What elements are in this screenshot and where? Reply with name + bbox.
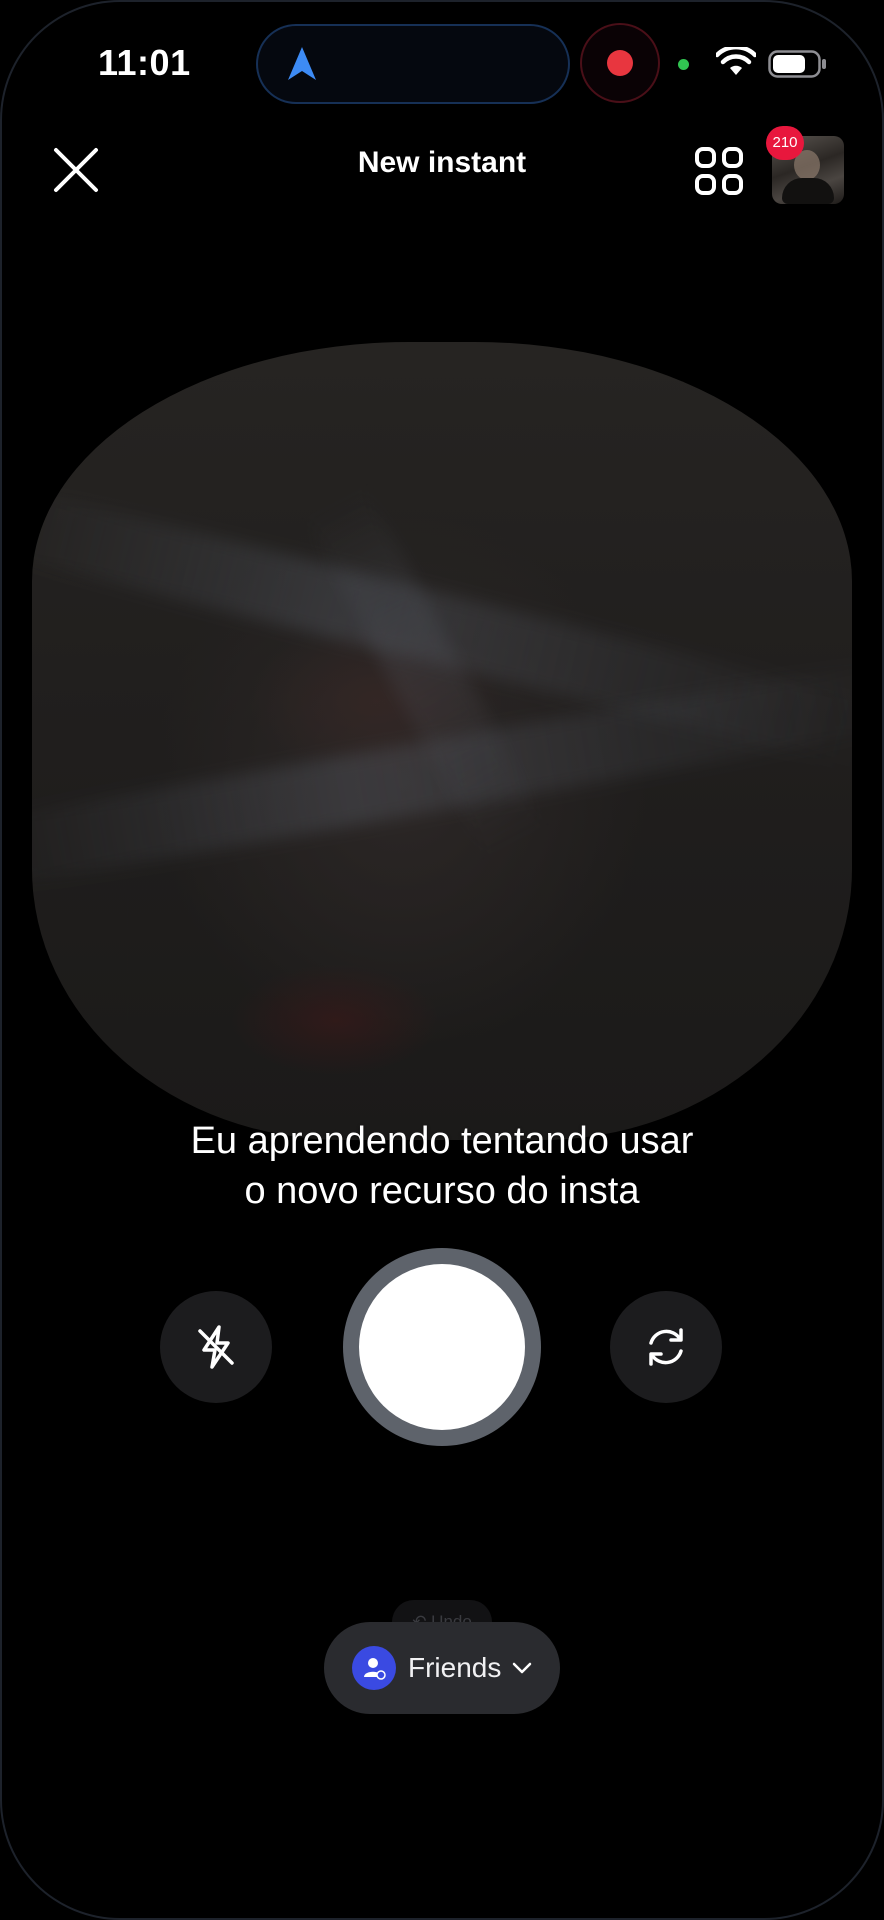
audience-selector-button[interactable]: Friends xyxy=(324,1622,560,1714)
flip-camera-button[interactable] xyxy=(610,1291,722,1403)
avatar-body xyxy=(782,178,834,204)
shutter-inner xyxy=(359,1264,525,1430)
wifi-icon xyxy=(716,47,756,75)
new-instant-camera-screen: 11:01 New instant 210 Eu aprendendo tent… xyxy=(0,0,884,1920)
page-title: New instant xyxy=(357,146,527,179)
grid-button[interactable] xyxy=(694,146,744,196)
camera-in-use-dot xyxy=(678,59,689,70)
profile-thumbnail-button[interactable]: 210 xyxy=(766,126,844,204)
recording-dot-icon xyxy=(607,50,633,76)
chevron-down-icon xyxy=(512,1662,532,1674)
navigation-arrow-icon xyxy=(288,47,316,80)
caption-text[interactable]: Eu aprendendo tentando usar o novo recur… xyxy=(100,1116,784,1216)
person-icon xyxy=(364,1658,386,1680)
camera-viewfinder xyxy=(32,342,852,1140)
dynamic-island xyxy=(258,26,568,102)
shutter-button[interactable] xyxy=(343,1248,541,1446)
flip-camera-icon xyxy=(649,1328,683,1366)
caption-line-1: Eu aprendendo tentando usar xyxy=(190,1120,694,1162)
status-time: 11:01 xyxy=(98,42,191,83)
flash-off-icon xyxy=(198,1325,234,1369)
audience-label: Friends xyxy=(408,1652,502,1683)
battery-icon xyxy=(768,50,826,78)
close-button[interactable] xyxy=(50,144,102,196)
screen-recording-indicator xyxy=(582,25,658,101)
flash-toggle-button[interactable] xyxy=(160,1291,272,1403)
notification-badge: 210 xyxy=(766,126,804,160)
caption-line-2: o novo recurso do insta xyxy=(244,1170,640,1212)
friends-icon xyxy=(352,1646,396,1690)
